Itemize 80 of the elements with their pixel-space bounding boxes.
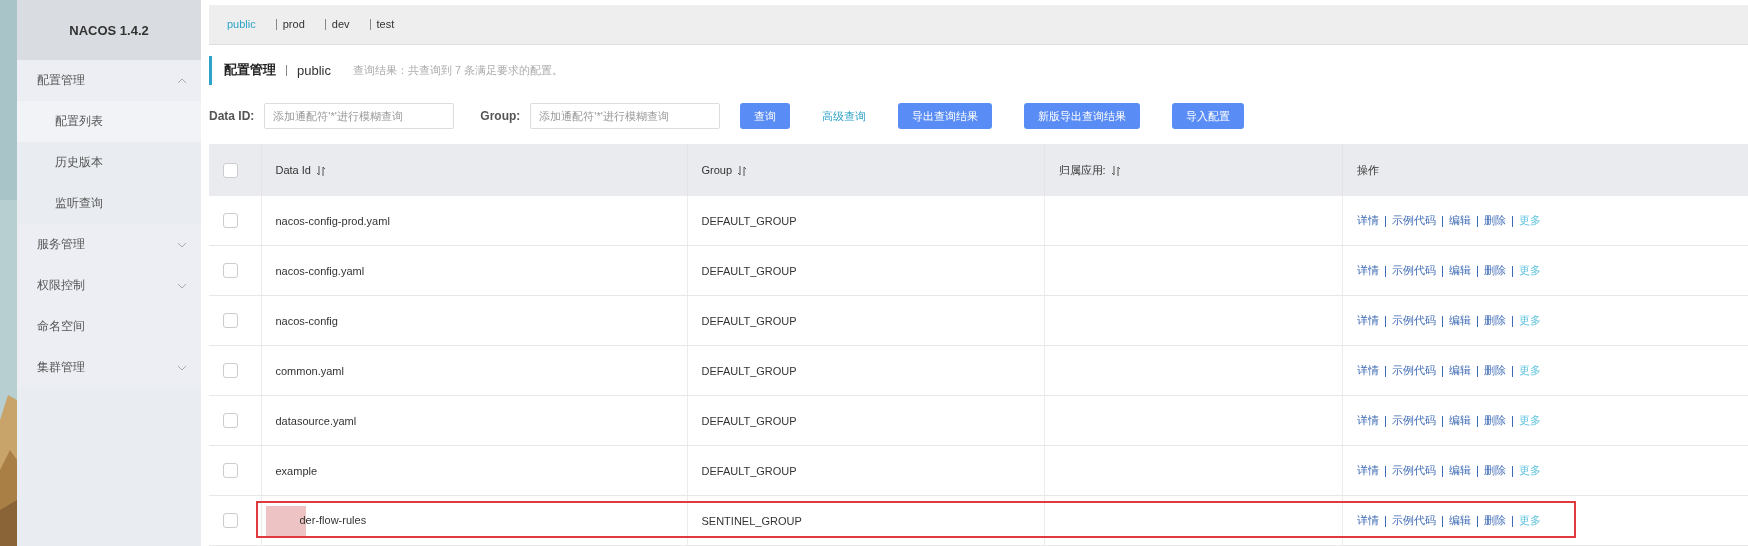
action-link[interactable]: 删除 [1483,364,1506,376]
action-link[interactable]: 删除 [1483,314,1506,326]
checkbox[interactable] [223,463,238,478]
chevron-icon [177,364,187,371]
action-link[interactable]: 详情 [1356,364,1379,376]
column-header: Data Id [275,163,311,176]
table-cell: DEFAULT_GROUP [701,314,797,327]
field-label: Group: [480,109,521,124]
table-cell: der-flow-rules [299,513,367,526]
table-cell: DEFAULT_GROUP [701,214,797,227]
action-link[interactable]: 编辑 [1448,414,1471,426]
table-cell: DEFAULT_GROUP [701,414,797,427]
action-link[interactable]: 编辑 [1448,264,1471,276]
namespace-label: public [297,62,331,78]
action-link[interactable]: 删除 [1483,264,1506,276]
namespace-tab[interactable]: dev [331,18,350,31]
column-header: Group [701,163,733,176]
action-link[interactable]: 详情 [1356,464,1379,476]
checkbox[interactable] [223,413,238,428]
action-link[interactable]: 删除 [1483,214,1506,226]
sort-icon[interactable] [1111,165,1120,176]
action-link[interactable]: 详情 [1356,214,1379,226]
action-link[interactable]: 示例代码 [1391,514,1436,526]
chevron-icon [177,241,187,248]
table-cell: example [275,464,318,477]
action-link[interactable]: 删除 [1483,414,1506,426]
checkbox[interactable] [223,513,238,528]
table-cell: nacos-config [275,314,338,327]
submenu-item[interactable]: 配置列表 [17,101,201,142]
checkbox[interactable] [223,162,238,178]
action-link[interactable]: 编辑 [1448,464,1471,476]
toolbar-button[interactable]: 导入配置 [1172,103,1245,130]
action-link[interactable]: 示例代码 [1391,314,1436,326]
action-link[interactable]: 详情 [1356,514,1379,526]
data-id-field[interactable]: 添加通配符'*'进行模糊查询 [264,103,455,130]
checkbox[interactable] [223,263,238,278]
submenu-item[interactable]: 历史版本 [17,142,201,183]
table-cell: datasource.yaml [275,414,357,427]
column-header: 操作 [1356,163,1379,176]
toolbar-button[interactable]: 新版导出查询结果 [1024,103,1141,130]
sort-icon[interactable] [316,166,325,177]
action-link[interactable]: 详情 [1356,314,1379,326]
table-cell: nacos-config.yaml [275,264,365,277]
action-link[interactable]: 编辑 [1448,514,1471,526]
result-text: 查询结果：共查询到 7 条满足要求的配置。 [352,62,564,78]
table-cell: nacos-config-prod.yaml [275,214,390,227]
group-field[interactable]: 添加通配符'*'进行模糊查询 [530,103,721,130]
checkbox[interactable] [223,313,238,328]
page-title: 配置管理 [224,61,276,80]
action-link[interactable]: 示例代码 [1391,464,1436,476]
action-link[interactable]: 删除 [1483,514,1506,526]
column-header: 归属应用: [1058,163,1106,176]
action-link[interactable]: 编辑 [1448,314,1471,326]
action-link[interactable]: 示例代码 [1391,214,1436,226]
checkbox[interactable] [223,213,238,228]
table-cell: DEFAULT_GROUP [701,264,797,277]
action-link[interactable]: 示例代码 [1391,264,1436,276]
table-cell: SENTINEL_GROUP [701,514,802,527]
advanced-query-link[interactable]: 高级查询 [822,109,867,124]
checkbox[interactable] [223,363,238,378]
action-link[interactable]: 编辑 [1448,364,1471,376]
action-link[interactable]: 编辑 [1448,214,1471,226]
action-link[interactable]: 删除 [1483,464,1506,476]
namespace-tab[interactable]: test [376,18,395,31]
toolbar-button[interactable]: 导出查询结果 [898,103,993,130]
sort-icon[interactable] [738,166,747,177]
action-link[interactable]: 示例代码 [1391,414,1436,426]
chevron-icon [177,77,187,84]
table-cell: common.yaml [275,364,344,377]
chevron-icon [177,282,187,289]
query-button[interactable]: 查询 [740,103,791,130]
action-link[interactable]: 详情 [1356,414,1379,426]
field-label: Data ID: [209,109,255,124]
table-cell: DEFAULT_GROUP [701,364,797,377]
action-link[interactable]: 详情 [1356,264,1379,276]
namespace-tab[interactable]: prod [282,18,305,31]
table-cell: DEFAULT_GROUP [701,464,797,477]
action-link[interactable]: 示例代码 [1391,364,1436,376]
submenu-item[interactable]: 监听查询 [17,183,201,224]
app-title: NACOS 1.4.2 [69,22,149,38]
